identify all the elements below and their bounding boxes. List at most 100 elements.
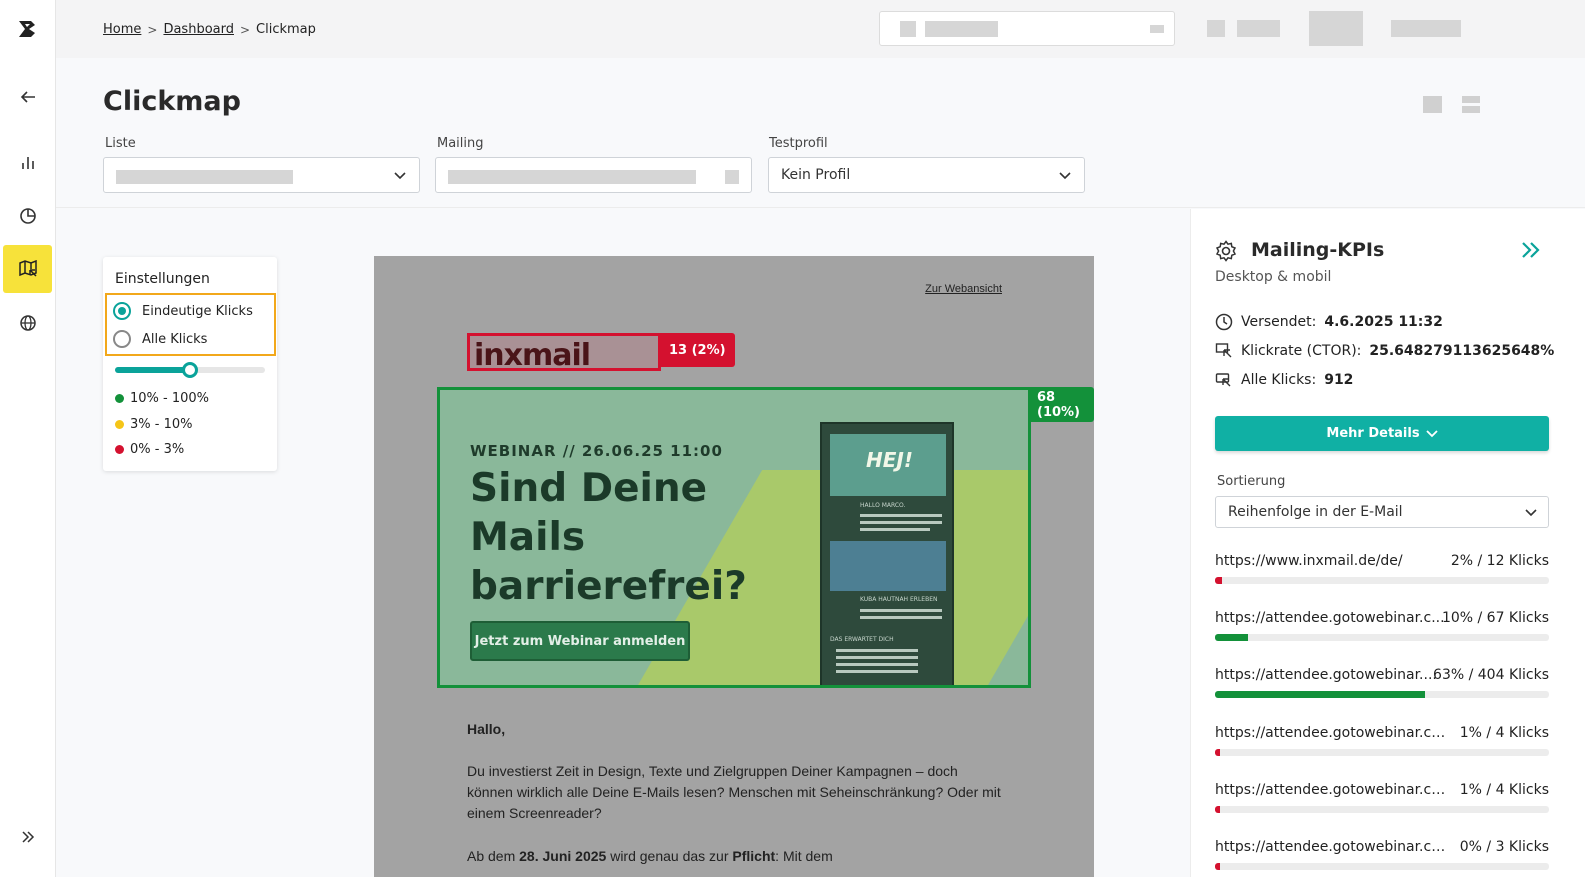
breadcrumb-home-link[interactable]: Home bbox=[103, 22, 141, 37]
sorting-select[interactable]: Reihenfolge in der E-Mail bbox=[1215, 496, 1549, 528]
link-share-bar bbox=[1215, 748, 1549, 756]
link-url[interactable]: https://attendee.gotowebinar.com... bbox=[1215, 782, 1447, 798]
mailing-select[interactable] bbox=[435, 157, 752, 193]
breadcrumb-separator: > bbox=[239, 22, 251, 37]
globe-icon[interactable] bbox=[3, 299, 52, 347]
kpi-ctor: Klickrate (CTOR): 25.648279113625648% bbox=[1215, 342, 1554, 360]
email-paragraph-1: Du investierst Zeit in Design, Texte und… bbox=[467, 763, 1001, 821]
link-click-count: 63% / 404 Klicks bbox=[1433, 667, 1549, 684]
legend-item-low: 0% - 3% bbox=[115, 442, 184, 457]
link-url[interactable]: https://attendee.gotowebinar.com... bbox=[1215, 725, 1447, 741]
page-header: Clickmap Liste Mailing Testprofil Kein P… bbox=[56, 58, 1585, 208]
help-placeholder[interactable] bbox=[1237, 20, 1280, 37]
phone-caption: KUBA HAUTNAH ERLEBEN bbox=[860, 596, 938, 603]
email-paragraph-2: Ab dem 28. Juni 2025 wird genau das zur … bbox=[467, 846, 1007, 867]
kpi-clicks-value: 912 bbox=[1324, 372, 1354, 388]
phone-hero-image: HEJ! bbox=[830, 434, 946, 496]
phone-text-line bbox=[860, 616, 942, 619]
pie-chart-icon[interactable] bbox=[3, 192, 52, 240]
back-arrow-icon[interactable] bbox=[3, 73, 52, 121]
kpi-sent-value: 4.6.2025 11:32 bbox=[1324, 314, 1443, 330]
breadcrumb-dashboard-link[interactable]: Dashboard bbox=[163, 22, 234, 37]
phone-text-line bbox=[860, 609, 942, 612]
account-name-placeholder[interactable] bbox=[1391, 20, 1461, 37]
kpi-subtitle: Desktop & mobil bbox=[1215, 269, 1332, 285]
left-rail bbox=[0, 0, 56, 877]
clickmap-nav-icon[interactable] bbox=[3, 245, 52, 293]
chevron-down-icon bbox=[1425, 429, 1438, 437]
chevron-down-icon bbox=[1059, 172, 1071, 180]
more-details-button[interactable]: Mehr Details bbox=[1215, 416, 1549, 451]
email-duty: Pflicht bbox=[732, 848, 776, 864]
mailing-clear-placeholder bbox=[725, 170, 739, 184]
email-text: Ab dem bbox=[467, 848, 520, 864]
view-single-icon[interactable] bbox=[1423, 96, 1442, 113]
logo-click-region[interactable]: inxmail bbox=[467, 333, 661, 373]
email-preview: Zur Webansicht inxmail 13 (2%) WEBINAR /… bbox=[374, 256, 1094, 877]
radio-all-label: Alle Klicks bbox=[142, 331, 208, 347]
webview-link[interactable]: Zur Webansicht bbox=[925, 283, 1002, 295]
list-select[interactable] bbox=[103, 157, 420, 193]
link-share-bar-fill bbox=[1215, 691, 1426, 699]
chevron-down-icon bbox=[394, 172, 406, 180]
link-share-bar-fill bbox=[1215, 863, 1220, 870]
breadcrumb: Home > Dashboard > Clickmap bbox=[103, 22, 316, 37]
link-share-bar bbox=[1215, 634, 1549, 642]
notification-placeholder[interactable] bbox=[1207, 20, 1225, 37]
banner-headline: Sind Deine Mails barrierefrei? bbox=[470, 466, 747, 609]
kpi-clicks: Alle Klicks: 912 bbox=[1215, 371, 1353, 389]
legend-dot-yellow-icon bbox=[115, 420, 124, 429]
banner-click-count-badge: 68 (10%) bbox=[1028, 387, 1094, 422]
expand-rail-icon[interactable] bbox=[3, 813, 52, 861]
app-logo-icon[interactable] bbox=[16, 18, 38, 40]
settings-title: Einstellungen bbox=[115, 271, 210, 287]
radio-unique-clicks[interactable]: Eindeutige Klicks bbox=[113, 302, 253, 320]
threshold-slider-handle[interactable] bbox=[182, 362, 198, 378]
kpi-sent-label: Versendet: bbox=[1241, 314, 1317, 330]
gear-icon bbox=[1215, 240, 1237, 262]
link-url[interactable]: https://attendee.gotowebinar.... bbox=[1215, 667, 1447, 683]
radio-unchecked-icon[interactable] bbox=[113, 330, 131, 348]
sorting-value: Reihenfolge in der E-Mail bbox=[1228, 504, 1403, 520]
kpi-ctor-label: Klickrate (CTOR): bbox=[1241, 343, 1362, 359]
email-text: : Mit dem bbox=[775, 848, 833, 864]
kpi-clicks-label: Alle Klicks: bbox=[1241, 372, 1317, 388]
link-url[interactable]: https://www.inxmail.de/de/ bbox=[1215, 553, 1447, 569]
view-split-icon-lower[interactable] bbox=[1462, 106, 1480, 113]
radio-checked-icon[interactable] bbox=[113, 302, 131, 320]
cursor-click-icon bbox=[1215, 373, 1231, 387]
webinar-cta-button[interactable]: Jetzt zum Webinar anmelden bbox=[470, 621, 690, 661]
phone-text-line bbox=[860, 528, 930, 531]
link-share-bar-fill bbox=[1215, 805, 1220, 813]
collapse-panel-icon[interactable] bbox=[1520, 241, 1542, 259]
view-split-icon[interactable] bbox=[1462, 96, 1480, 103]
link-url[interactable]: https://attendee.gotowebinar.c... bbox=[1215, 610, 1447, 626]
kpi-title: Mailing-KPIs bbox=[1251, 239, 1385, 261]
radio-all-clicks[interactable]: Alle Klicks bbox=[113, 330, 207, 348]
legend-label: 10% - 100% bbox=[130, 391, 210, 406]
more-details-label: Mehr Details bbox=[1326, 426, 1420, 441]
threshold-slider[interactable] bbox=[115, 362, 265, 378]
link-share-bar-fill bbox=[1215, 577, 1222, 584]
phone-text-line bbox=[860, 514, 942, 517]
link-url[interactable]: https://attendee.gotowebinar.com... bbox=[1215, 839, 1447, 855]
phone-greeting: HALLO MARCO. bbox=[860, 502, 906, 509]
radio-unique-label: Eindeutige Klicks bbox=[142, 303, 253, 319]
banner-click-region[interactable]: WEBINAR // 26.06.25 11:00 Sind Deine Mai… bbox=[437, 387, 1031, 688]
kpi-ctor-value: 25.648279113625648% bbox=[1369, 343, 1555, 359]
search-shortcut-placeholder bbox=[1150, 25, 1164, 33]
link-click-count: 2% / 12 Klicks bbox=[1450, 553, 1549, 569]
link-share-bar bbox=[1215, 577, 1549, 584]
bar-chart-icon[interactable] bbox=[3, 138, 52, 186]
search-input[interactable] bbox=[879, 11, 1175, 46]
phone-text-line bbox=[836, 663, 918, 666]
phone-text-line bbox=[836, 656, 918, 659]
testprofile-select[interactable]: Kein Profil bbox=[768, 157, 1085, 193]
link-click-count: 1% / 4 Klicks bbox=[1459, 724, 1549, 741]
list-value-placeholder bbox=[116, 170, 293, 184]
link-share-bar-fill bbox=[1215, 634, 1249, 642]
kpi-panel: Mailing-KPIs Desktop & mobil Versendet: … bbox=[1190, 209, 1585, 877]
avatar-placeholder[interactable] bbox=[1309, 11, 1363, 46]
search-icon-placeholder bbox=[900, 21, 916, 37]
legend-item-medium: 3% - 10% bbox=[115, 417, 192, 432]
